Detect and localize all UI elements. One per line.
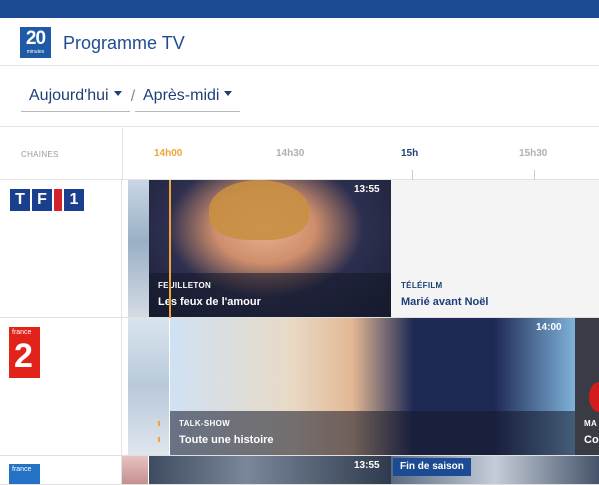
- program-category: TALK-SHOW: [179, 419, 230, 428]
- filter-bar: Aujourd'hui / Après-midi: [0, 67, 599, 127]
- period-dropdown-label: Après-midi: [143, 87, 220, 104]
- tick-14h00: 14h00: [154, 148, 183, 159]
- logo-number: 20: [25, 28, 46, 49]
- current-time-indicator: [169, 180, 171, 318]
- channels-column-label: CHAINES: [21, 150, 59, 159]
- 20minutes-logo[interactable]: 20 minutes: [20, 27, 51, 58]
- program-title: Toute une histoire: [179, 434, 274, 446]
- tick-14h30: 14h30: [276, 148, 305, 159]
- france2-logo: france 2: [9, 327, 40, 378]
- program-caption-overlay: [149, 273, 391, 317]
- logo-sub: minutes: [26, 49, 45, 55]
- program-start-time: 14:00: [536, 322, 562, 333]
- channel-cell-france2[interactable]: france 2: [0, 318, 122, 455]
- channel-cell-france3[interactable]: france: [0, 456, 122, 484]
- program-start-time: 13:55: [354, 184, 380, 195]
- france3-logo: france: [9, 464, 40, 484]
- tf1-logo-letter: T: [10, 189, 30, 211]
- tf1-logo-bar: [54, 189, 62, 211]
- logo-small-text: france: [12, 466, 32, 473]
- period-dropdown[interactable]: Après-midi: [135, 87, 240, 112]
- season-finale-badge: Fin de saison: [393, 458, 471, 476]
- tick-mark: [534, 170, 535, 180]
- page-title[interactable]: Programme TV: [63, 33, 185, 54]
- program-title: Les feux de l'amour: [158, 296, 261, 308]
- program-caption-overlay: [170, 411, 575, 455]
- program-card[interactable]: TÉLÉFILM Marié avant Noël: [391, 180, 599, 317]
- program-card[interactable]: 13:55: [149, 456, 391, 484]
- current-time-dash: [158, 437, 160, 442]
- program-category: TÉLÉFILM: [401, 281, 443, 290]
- channel-row-france3: france 13:55 Fin de saison: [0, 456, 599, 485]
- program-title: Co: [584, 434, 599, 446]
- logo-number: 2: [14, 337, 33, 375]
- top-bar: [0, 0, 599, 18]
- chevron-down-icon: [224, 91, 233, 97]
- tick-mark: [412, 170, 413, 180]
- program-photo-detail: [209, 180, 309, 240]
- tf1-logo-letter: F: [32, 189, 52, 211]
- column-divider: [122, 128, 123, 180]
- previous-program-sliver[interactable]: [128, 318, 169, 455]
- site-header: 20 minutes Programme TV: [0, 18, 599, 66]
- previous-program-sliver[interactable]: [128, 180, 149, 317]
- current-time-dash: [158, 421, 160, 426]
- program-category: MA: [584, 419, 598, 428]
- timeline-header: CHAINES 14h00 14h30 15h 15h30: [0, 128, 599, 180]
- tick-15h30: 15h30: [519, 148, 548, 159]
- program-category: FEUILLETON: [158, 281, 212, 290]
- logo-small-text: france: [12, 329, 32, 336]
- program-card[interactable]: 14:00 TALK-SHOW Toute une histoire: [170, 318, 575, 455]
- channel-cell-tf1[interactable]: T F 1: [0, 180, 122, 317]
- program-start-time: 13:55: [354, 460, 380, 471]
- chevron-down-icon: [113, 91, 122, 97]
- tick-15h: 15h: [401, 148, 419, 159]
- channel-row-tf1: T F 1 13:55 FEUILLETON Les feux de l'amo…: [0, 180, 599, 318]
- program-title: Marié avant Noël: [401, 296, 489, 308]
- previous-program-sliver[interactable]: [122, 456, 148, 484]
- tf1-logo: T F 1: [10, 189, 86, 211]
- tf1-logo-letter: 1: [64, 189, 84, 211]
- day-dropdown[interactable]: Aujourd'hui: [21, 87, 130, 112]
- program-card[interactable]: 13:55 FEUILLETON Les feux de l'amour: [149, 180, 391, 317]
- day-dropdown-label: Aujourd'hui: [29, 87, 109, 104]
- channel-row-france2: france 2 14:00 TALK-SHOW Toute une histo…: [0, 318, 599, 456]
